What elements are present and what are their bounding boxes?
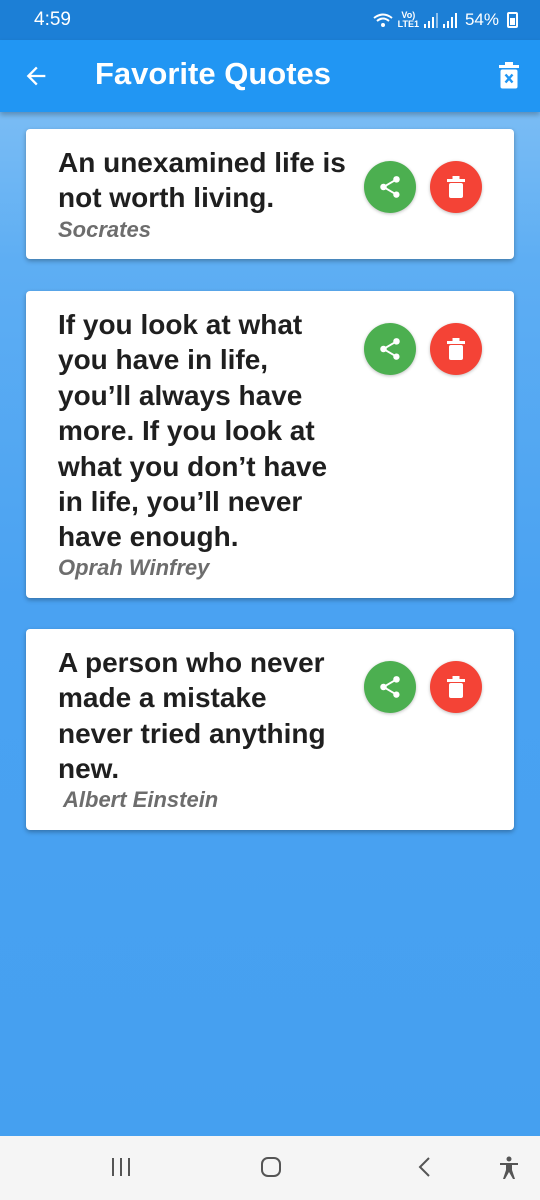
- quote-author: Albert Einstein: [63, 787, 219, 812]
- share-icon: [380, 338, 400, 360]
- arrow-back-icon[interactable]: [22, 62, 50, 90]
- quote-text: An unexamined life is not worth living.: [58, 147, 346, 214]
- status-icons: Vo) LTE1 54%: [373, 10, 518, 30]
- quote-author: Socrates: [58, 217, 151, 242]
- recent-apps-icon[interactable]: [110, 1156, 132, 1178]
- quote-author: Oprah Winfrey: [58, 555, 210, 580]
- quote-card: If you look at what you have in life, yo…: [26, 291, 514, 598]
- quote-text: A person who never made a mistake never …: [58, 647, 326, 785]
- delete-button[interactable]: [430, 161, 482, 213]
- home-icon[interactable]: [260, 1156, 282, 1178]
- clear-all-trash-icon[interactable]: [498, 62, 520, 90]
- signal-icon: [423, 12, 438, 28]
- trash-icon: [447, 338, 465, 360]
- delete-button[interactable]: [430, 323, 482, 375]
- status-time: 4:59: [34, 9, 71, 30]
- share-button[interactable]: [364, 323, 416, 375]
- battery-percent: 54%: [464, 10, 499, 29]
- quote-card: An unexamined life is not worth living. …: [26, 129, 514, 259]
- status-bar: 4:59 Vo) LTE1 54%: [0, 0, 540, 40]
- battery-icon: [507, 12, 518, 28]
- volte-indicator: Vo) LTE1: [397, 10, 419, 29]
- share-button[interactable]: [364, 161, 416, 213]
- share-icon: [380, 176, 400, 198]
- quote-text: If you look at what you have in life, yo…: [58, 309, 328, 553]
- system-nav-bar: [0, 1136, 540, 1200]
- wifi-icon: [373, 13, 393, 27]
- delete-button[interactable]: [430, 661, 482, 713]
- signal-icon-2: [442, 12, 457, 28]
- page-title: Favorite Quotes: [95, 56, 331, 91]
- trash-icon: [447, 176, 465, 198]
- back-icon[interactable]: [414, 1156, 436, 1178]
- trash-icon: [447, 676, 465, 698]
- app-bar: Favorite Quotes: [0, 40, 540, 112]
- share-button[interactable]: [364, 661, 416, 713]
- quote-card: A person who never made a mistake never …: [26, 629, 514, 830]
- share-icon: [380, 676, 400, 698]
- accessibility-icon[interactable]: [498, 1156, 520, 1180]
